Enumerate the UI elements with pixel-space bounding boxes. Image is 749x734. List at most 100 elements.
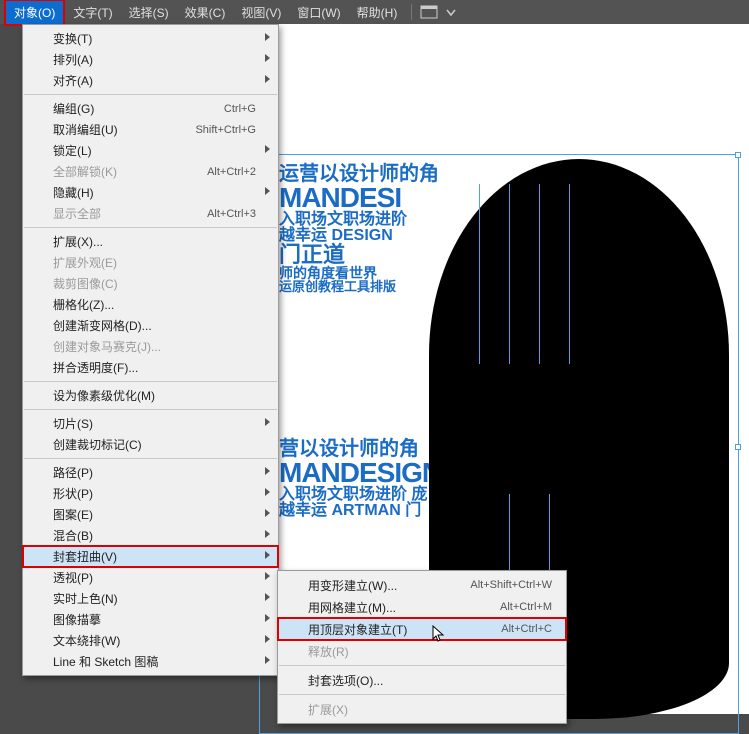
menu-item-label: 显示全部 xyxy=(53,205,207,222)
submenu-arrow-icon xyxy=(265,33,270,41)
submenu-arrow-icon xyxy=(265,572,270,580)
menu-item[interactable]: 图像描摹 xyxy=(23,609,278,630)
menu-item-label: 封套扭曲(V) xyxy=(53,548,256,565)
submenu-item[interactable]: 用顶层对象建立(T)Alt+Ctrl+C xyxy=(278,618,566,640)
menubar: 对象(O) 文字(T) 选择(S) 效果(C) 视图(V) 窗口(W) 帮助(H… xyxy=(0,0,749,24)
submenu-arrow-icon xyxy=(265,75,270,83)
menu-item[interactable]: 图案(E) xyxy=(23,504,278,525)
menu-item: 全部解锁(K)Alt+Ctrl+2 xyxy=(23,161,278,182)
menu-item[interactable]: 切片(S) xyxy=(23,413,278,434)
menu-item-label: 设为像素级优化(M) xyxy=(53,387,256,404)
menu-item[interactable]: 创建裁切标记(C) xyxy=(23,434,278,455)
menu-item-accelerator: Shift+Ctrl+G xyxy=(195,124,256,136)
menu-item-label: 路径(P) xyxy=(53,464,256,481)
menu-item-label: 创建渐变网格(D)... xyxy=(53,317,256,334)
menu-item-label: 文本绕排(W) xyxy=(53,632,256,649)
submenu-item[interactable]: 用变形建立(W)...Alt+Shift+Ctrl+W xyxy=(278,574,566,596)
menu-item-label: 拼合透明度(F)... xyxy=(53,359,256,376)
submenu-arrow-icon xyxy=(265,509,270,517)
menu-item[interactable]: 取消编组(U)Shift+Ctrl+G xyxy=(23,119,278,140)
menu-item-label: 对齐(A) xyxy=(53,72,256,89)
menu-item[interactable]: 透视(P) xyxy=(23,567,278,588)
object-menu-dropdown: 变换(T)排列(A)对齐(A)编组(G)Ctrl+G取消编组(U)Shift+C… xyxy=(22,24,279,676)
menu-item-label: 图像描摹 xyxy=(53,611,256,628)
menu-item-label: 形状(P) xyxy=(53,485,256,502)
submenu-arrow-icon xyxy=(265,614,270,622)
menu-item-label: 扩展(X)... xyxy=(53,233,256,250)
menu-item[interactable]: Line 和 Sketch 图稿 xyxy=(23,651,278,672)
menu-item[interactable]: 编组(G)Ctrl+G xyxy=(23,98,278,119)
menu-item[interactable]: 设为像素级优化(M) xyxy=(23,385,278,406)
menu-item: 裁剪图像(C) xyxy=(23,273,278,294)
menu-item-label: 变换(T) xyxy=(53,30,256,47)
menu-item-label: 扩展外观(E) xyxy=(53,254,256,271)
resize-handle[interactable] xyxy=(735,152,741,158)
submenu-arrow-icon xyxy=(265,593,270,601)
menu-item[interactable]: 文本绕排(W) xyxy=(23,630,278,651)
menu-item-label: 栅格化(Z)... xyxy=(53,296,256,313)
menu-item-label: 取消编组(U) xyxy=(53,121,195,138)
menu-item: 显示全部Alt+Ctrl+3 xyxy=(23,203,278,224)
menu-item[interactable]: 形状(P) xyxy=(23,483,278,504)
menu-item-label: 创建对象马赛克(J)... xyxy=(53,338,256,355)
menu-item-label: 编组(G) xyxy=(53,100,224,117)
menu-item: 创建对象马赛克(J)... xyxy=(23,336,278,357)
menu-item[interactable]: 变换(T) xyxy=(23,28,278,49)
submenu-arrow-icon xyxy=(265,488,270,496)
submenu-arrow-icon xyxy=(265,187,270,195)
menu-item[interactable]: 创建渐变网格(D)... xyxy=(23,315,278,336)
menu-effect[interactable]: 效果(C) xyxy=(177,1,234,24)
menu-item-label: 混合(B) xyxy=(53,527,256,544)
submenu-item-label: 封套选项(O)... xyxy=(308,672,552,689)
menu-item[interactable]: 混合(B) xyxy=(23,525,278,546)
menu-item[interactable]: 锁定(L) xyxy=(23,140,278,161)
workspace-switcher-icon[interactable] xyxy=(442,5,460,19)
menu-item-label: 裁剪图像(C) xyxy=(53,275,256,292)
menu-item-label: 透视(P) xyxy=(53,569,256,586)
arrange-docs-icon[interactable] xyxy=(420,5,438,19)
menu-text[interactable]: 文字(T) xyxy=(65,1,120,24)
submenu-item-label: 用顶层对象建立(T) xyxy=(308,621,501,638)
menu-item[interactable]: 排列(A) xyxy=(23,49,278,70)
menu-item[interactable]: 扩展(X)... xyxy=(23,231,278,252)
submenu-arrow-icon xyxy=(265,635,270,643)
submenu-item: 释放(R) xyxy=(278,640,566,662)
submenu-arrow-icon xyxy=(265,551,270,559)
submenu-item[interactable]: 用网格建立(M)...Alt+Ctrl+M xyxy=(278,596,566,618)
submenu-arrow-icon xyxy=(265,418,270,426)
submenu-arrow-icon xyxy=(265,54,270,62)
submenu-item[interactable]: 封套选项(O)... xyxy=(278,669,566,691)
menu-view[interactable]: 视图(V) xyxy=(233,1,289,24)
menu-item-label: 图案(E) xyxy=(53,506,256,523)
menu-item-label: 排列(A) xyxy=(53,51,256,68)
menu-object[interactable]: 对象(O) xyxy=(4,0,65,26)
menu-item-label: 全部解锁(K) xyxy=(53,163,207,180)
submenu-arrow-icon xyxy=(265,145,270,153)
menu-item[interactable]: 隐藏(H) xyxy=(23,182,278,203)
submenu-item-accelerator: Alt+Shift+Ctrl+W xyxy=(470,579,552,591)
submenu-item-accelerator: Alt+Ctrl+M xyxy=(500,601,552,613)
menu-item[interactable]: 路径(P) xyxy=(23,462,278,483)
menu-item-label: 切片(S) xyxy=(53,415,256,432)
menu-item[interactable]: 封套扭曲(V) xyxy=(23,546,278,567)
menu-item[interactable]: 实时上色(N) xyxy=(23,588,278,609)
menu-item-label: 创建裁切标记(C) xyxy=(53,436,256,453)
menu-item[interactable]: 对齐(A) xyxy=(23,70,278,91)
menubar-separator xyxy=(411,4,412,20)
resize-handle[interactable] xyxy=(735,444,741,450)
menu-item[interactable]: 栅格化(Z)... xyxy=(23,294,278,315)
menu-item: 扩展外观(E) xyxy=(23,252,278,273)
submenu-arrow-icon xyxy=(265,656,270,664)
menu-item-accelerator: Alt+Ctrl+2 xyxy=(207,166,256,178)
submenu-arrow-icon xyxy=(265,530,270,538)
menu-select[interactable]: 选择(S) xyxy=(121,1,177,24)
menu-item-label: 锁定(L) xyxy=(53,142,256,159)
submenu-item-label: 用变形建立(W)... xyxy=(308,577,470,594)
menu-window[interactable]: 窗口(W) xyxy=(289,1,348,24)
submenu-item-label: 用网格建立(M)... xyxy=(308,599,500,616)
submenu-item-accelerator: Alt+Ctrl+C xyxy=(501,623,552,635)
menu-item-label: 实时上色(N) xyxy=(53,590,256,607)
menu-help[interactable]: 帮助(H) xyxy=(349,1,406,24)
menu-item[interactable]: 拼合透明度(F)... xyxy=(23,357,278,378)
submenu-item-label: 释放(R) xyxy=(308,643,552,660)
